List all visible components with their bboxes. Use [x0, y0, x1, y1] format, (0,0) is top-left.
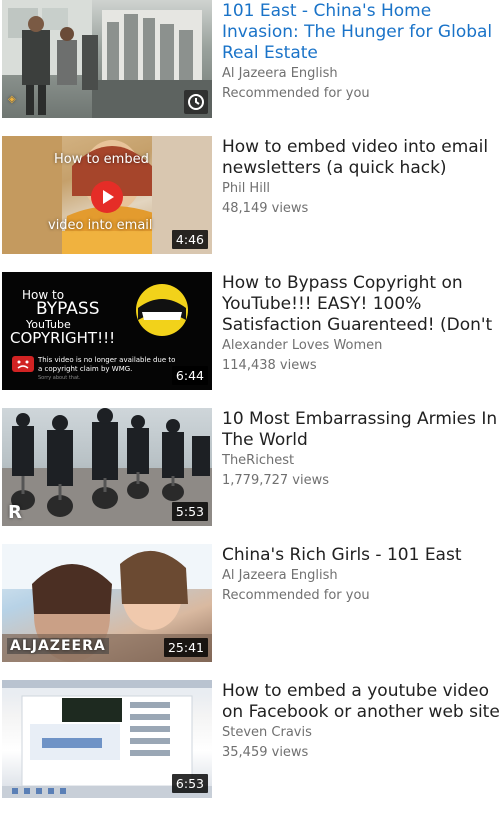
- video-info: How to embed a youtube video on Facebook…: [222, 680, 500, 762]
- channel-name: Al Jazeera English: [222, 66, 338, 81]
- video-info: China's Rich Girls - 101 East Al Jazeera…: [222, 544, 500, 605]
- sad-tv-icon: [12, 356, 34, 372]
- video-info: 10 Most Embarrassing Armies In The World…: [222, 408, 500, 490]
- channel-name: TheRichest: [222, 453, 295, 468]
- video-title[interactable]: 10 Most Embarrassing Armies In The World: [222, 408, 500, 451]
- video-stat: Recommended for you: [222, 587, 370, 603]
- video-title[interactable]: How to Bypass Copyright on YouTube!!! EA…: [222, 272, 500, 336]
- video-thumbnail[interactable]: R 5:53: [2, 408, 212, 526]
- channel-name: Al Jazeera English: [222, 568, 338, 583]
- video-list-item[interactable]: R 5:53 10 Most Embarrassing Armies In Th…: [0, 408, 503, 528]
- channel-watermark-logo: R: [8, 502, 22, 523]
- video-thumbnail[interactable]: 6:53: [2, 680, 212, 798]
- video-info: 101 East - China's Home Invasion: The Hu…: [222, 0, 500, 103]
- video-title[interactable]: China's Rich Girls - 101 East: [222, 544, 500, 566]
- view-count: 114,438 views: [222, 357, 317, 373]
- video-thumbnail[interactable]: How to BYPASS YouTube COPYRIGHT!!! This …: [2, 272, 212, 390]
- video-list-item[interactable]: How to embed video into email 4:46 How t…: [0, 136, 503, 256]
- video-duration: 25:41: [163, 638, 208, 657]
- channel-watermark-logo: ◈: [8, 94, 16, 105]
- video-list-item[interactable]: ◈ 101 East - China's Home Invasion: The …: [0, 0, 503, 120]
- video-list-item[interactable]: 6:53 How to embed a youtube video on Fac…: [0, 680, 503, 800]
- channel-name: Steven Cravis: [222, 725, 312, 740]
- video-list-item[interactable]: How to BYPASS YouTube COPYRIGHT!!! This …: [0, 272, 503, 392]
- video-info: How to Bypass Copyright on YouTube!!! EA…: [222, 272, 500, 375]
- thumbnail-scene: [2, 0, 212, 118]
- video-duration: 6:53: [171, 774, 208, 793]
- copyright-notice: This video is no longer available due to…: [38, 356, 176, 373]
- clock-icon: [188, 94, 204, 110]
- video-stat: Recommended for you: [222, 85, 370, 101]
- video-info: How to embed video into email newsletter…: [222, 136, 500, 218]
- view-count: 1,779,727 views: [222, 472, 330, 488]
- troll-face-icon: [136, 284, 188, 336]
- video-duration: 6:44: [171, 366, 208, 385]
- video-title[interactable]: 101 East - China's Home Invasion: The Hu…: [222, 0, 500, 64]
- video-thumbnail[interactable]: How to embed video into email 4:46: [2, 136, 212, 254]
- channel-watermark-logo: ALJAZEERA: [7, 638, 109, 654]
- view-count: 48,149 views: [222, 200, 309, 216]
- video-duration: 4:46: [171, 230, 208, 249]
- thumbnail-caption-2: BYPASS: [36, 299, 100, 319]
- copyright-notice-sub: Sorry about that.: [38, 375, 81, 381]
- view-count: 35,459 views: [222, 744, 309, 760]
- play-icon: [91, 181, 123, 213]
- video-list-item[interactable]: ALJAZEERA 25:41 China's Rich Girls - 101…: [0, 544, 503, 664]
- thumbnail-caption-top: How to embed: [54, 152, 149, 167]
- channel-name: Phil Hill: [222, 181, 271, 196]
- thumbnail-caption-bottom: video into email: [48, 218, 153, 233]
- video-title[interactable]: How to embed a youtube video on Facebook…: [222, 680, 500, 723]
- video-thumbnail[interactable]: ALJAZEERA 25:41: [2, 544, 212, 662]
- channel-name: Alexander Loves Women: [222, 338, 383, 353]
- video-thumbnail[interactable]: ◈: [2, 0, 212, 118]
- video-duration: 5:53: [171, 502, 208, 521]
- video-title[interactable]: How to embed video into email newsletter…: [222, 136, 500, 179]
- watch-later-button[interactable]: [184, 90, 208, 114]
- thumbnail-caption-4: COPYRIGHT!!!: [10, 329, 116, 347]
